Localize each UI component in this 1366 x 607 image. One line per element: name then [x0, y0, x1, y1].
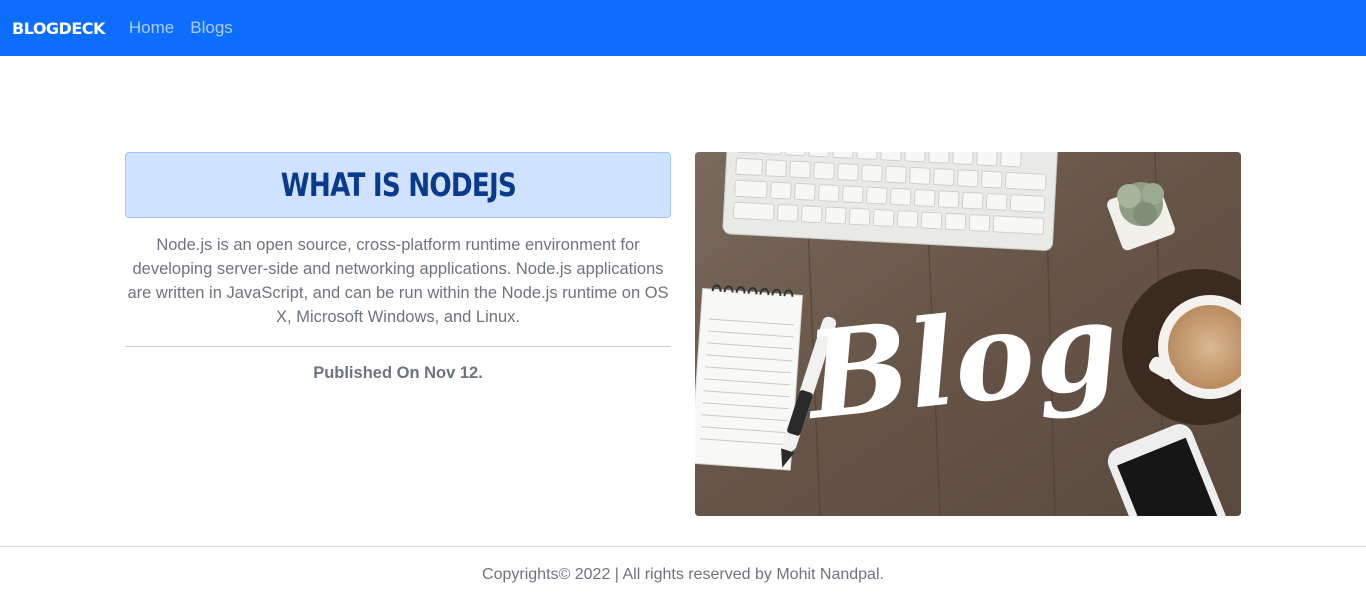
post-description: Node.js is an open source, cross-platfor… — [127, 236, 669, 326]
keyboard-icon — [722, 152, 1058, 251]
nav-link-blogs[interactable]: Blogs — [190, 18, 233, 38]
brand-logo[interactable]: BLOGDECK — [12, 19, 105, 38]
post-title-box: WHAT IS NODEJS — [125, 152, 671, 218]
published-date: Published On Nov 12. — [313, 364, 483, 382]
navbar: BLOGDECK Home Blogs — [0, 0, 1366, 56]
footer-divider — [0, 546, 1366, 547]
post-title: WHAT IS NODEJS — [280, 166, 516, 204]
nav-link-home[interactable]: Home — [129, 18, 174, 38]
divider — [125, 346, 671, 347]
post-image: Blog — [695, 152, 1241, 516]
footer-copyright: Copyrights© 2022 | All rights reserved b… — [482, 566, 884, 583]
